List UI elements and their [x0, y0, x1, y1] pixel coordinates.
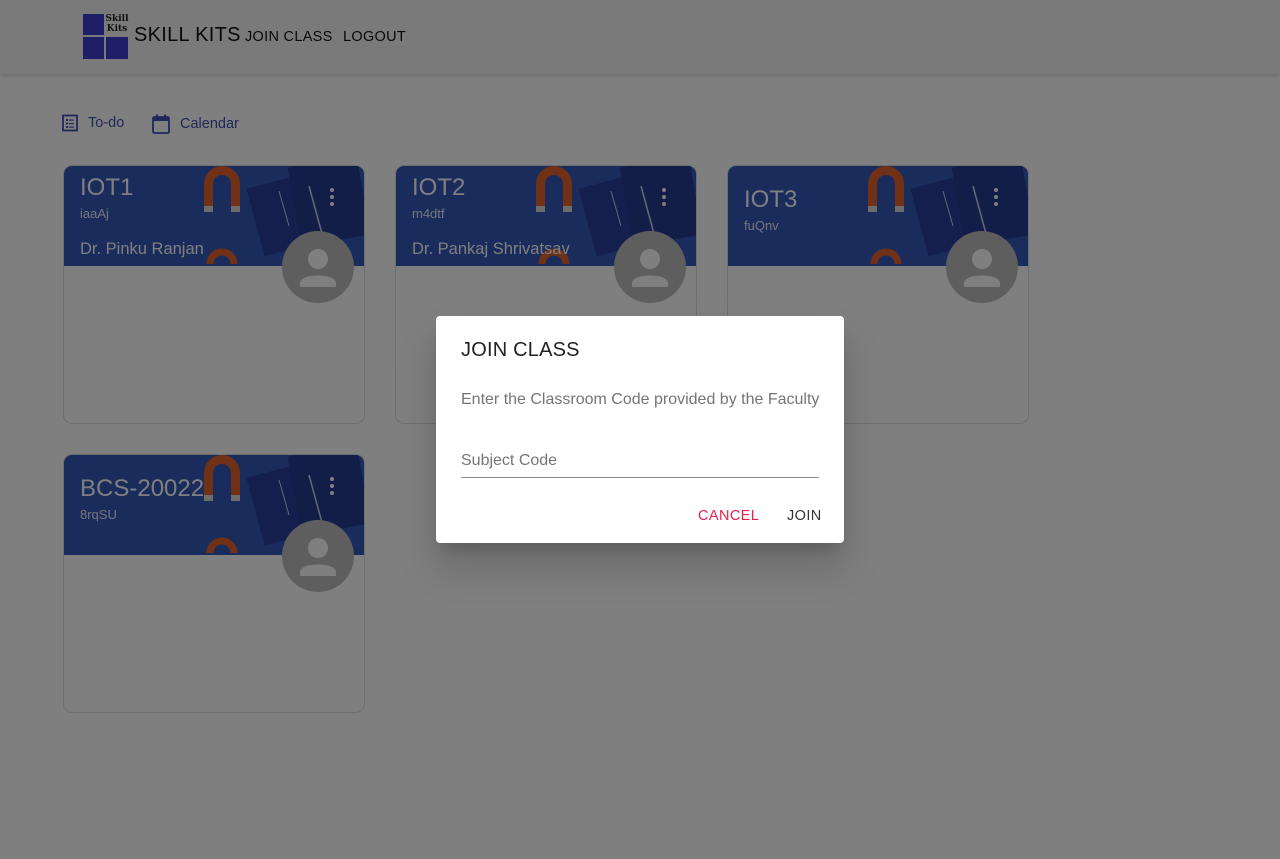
join-button[interactable]: JOIN	[787, 508, 822, 524]
cancel-button[interactable]: CANCEL	[698, 508, 759, 524]
join-class-dialog: JOIN CLASS Enter the Classroom Code prov…	[436, 316, 844, 543]
dialog-description: Enter the Classroom Code provided by the…	[461, 391, 820, 408]
subject-code-input[interactable]	[461, 444, 819, 478]
dialog-title: JOIN CLASS	[461, 339, 580, 361]
